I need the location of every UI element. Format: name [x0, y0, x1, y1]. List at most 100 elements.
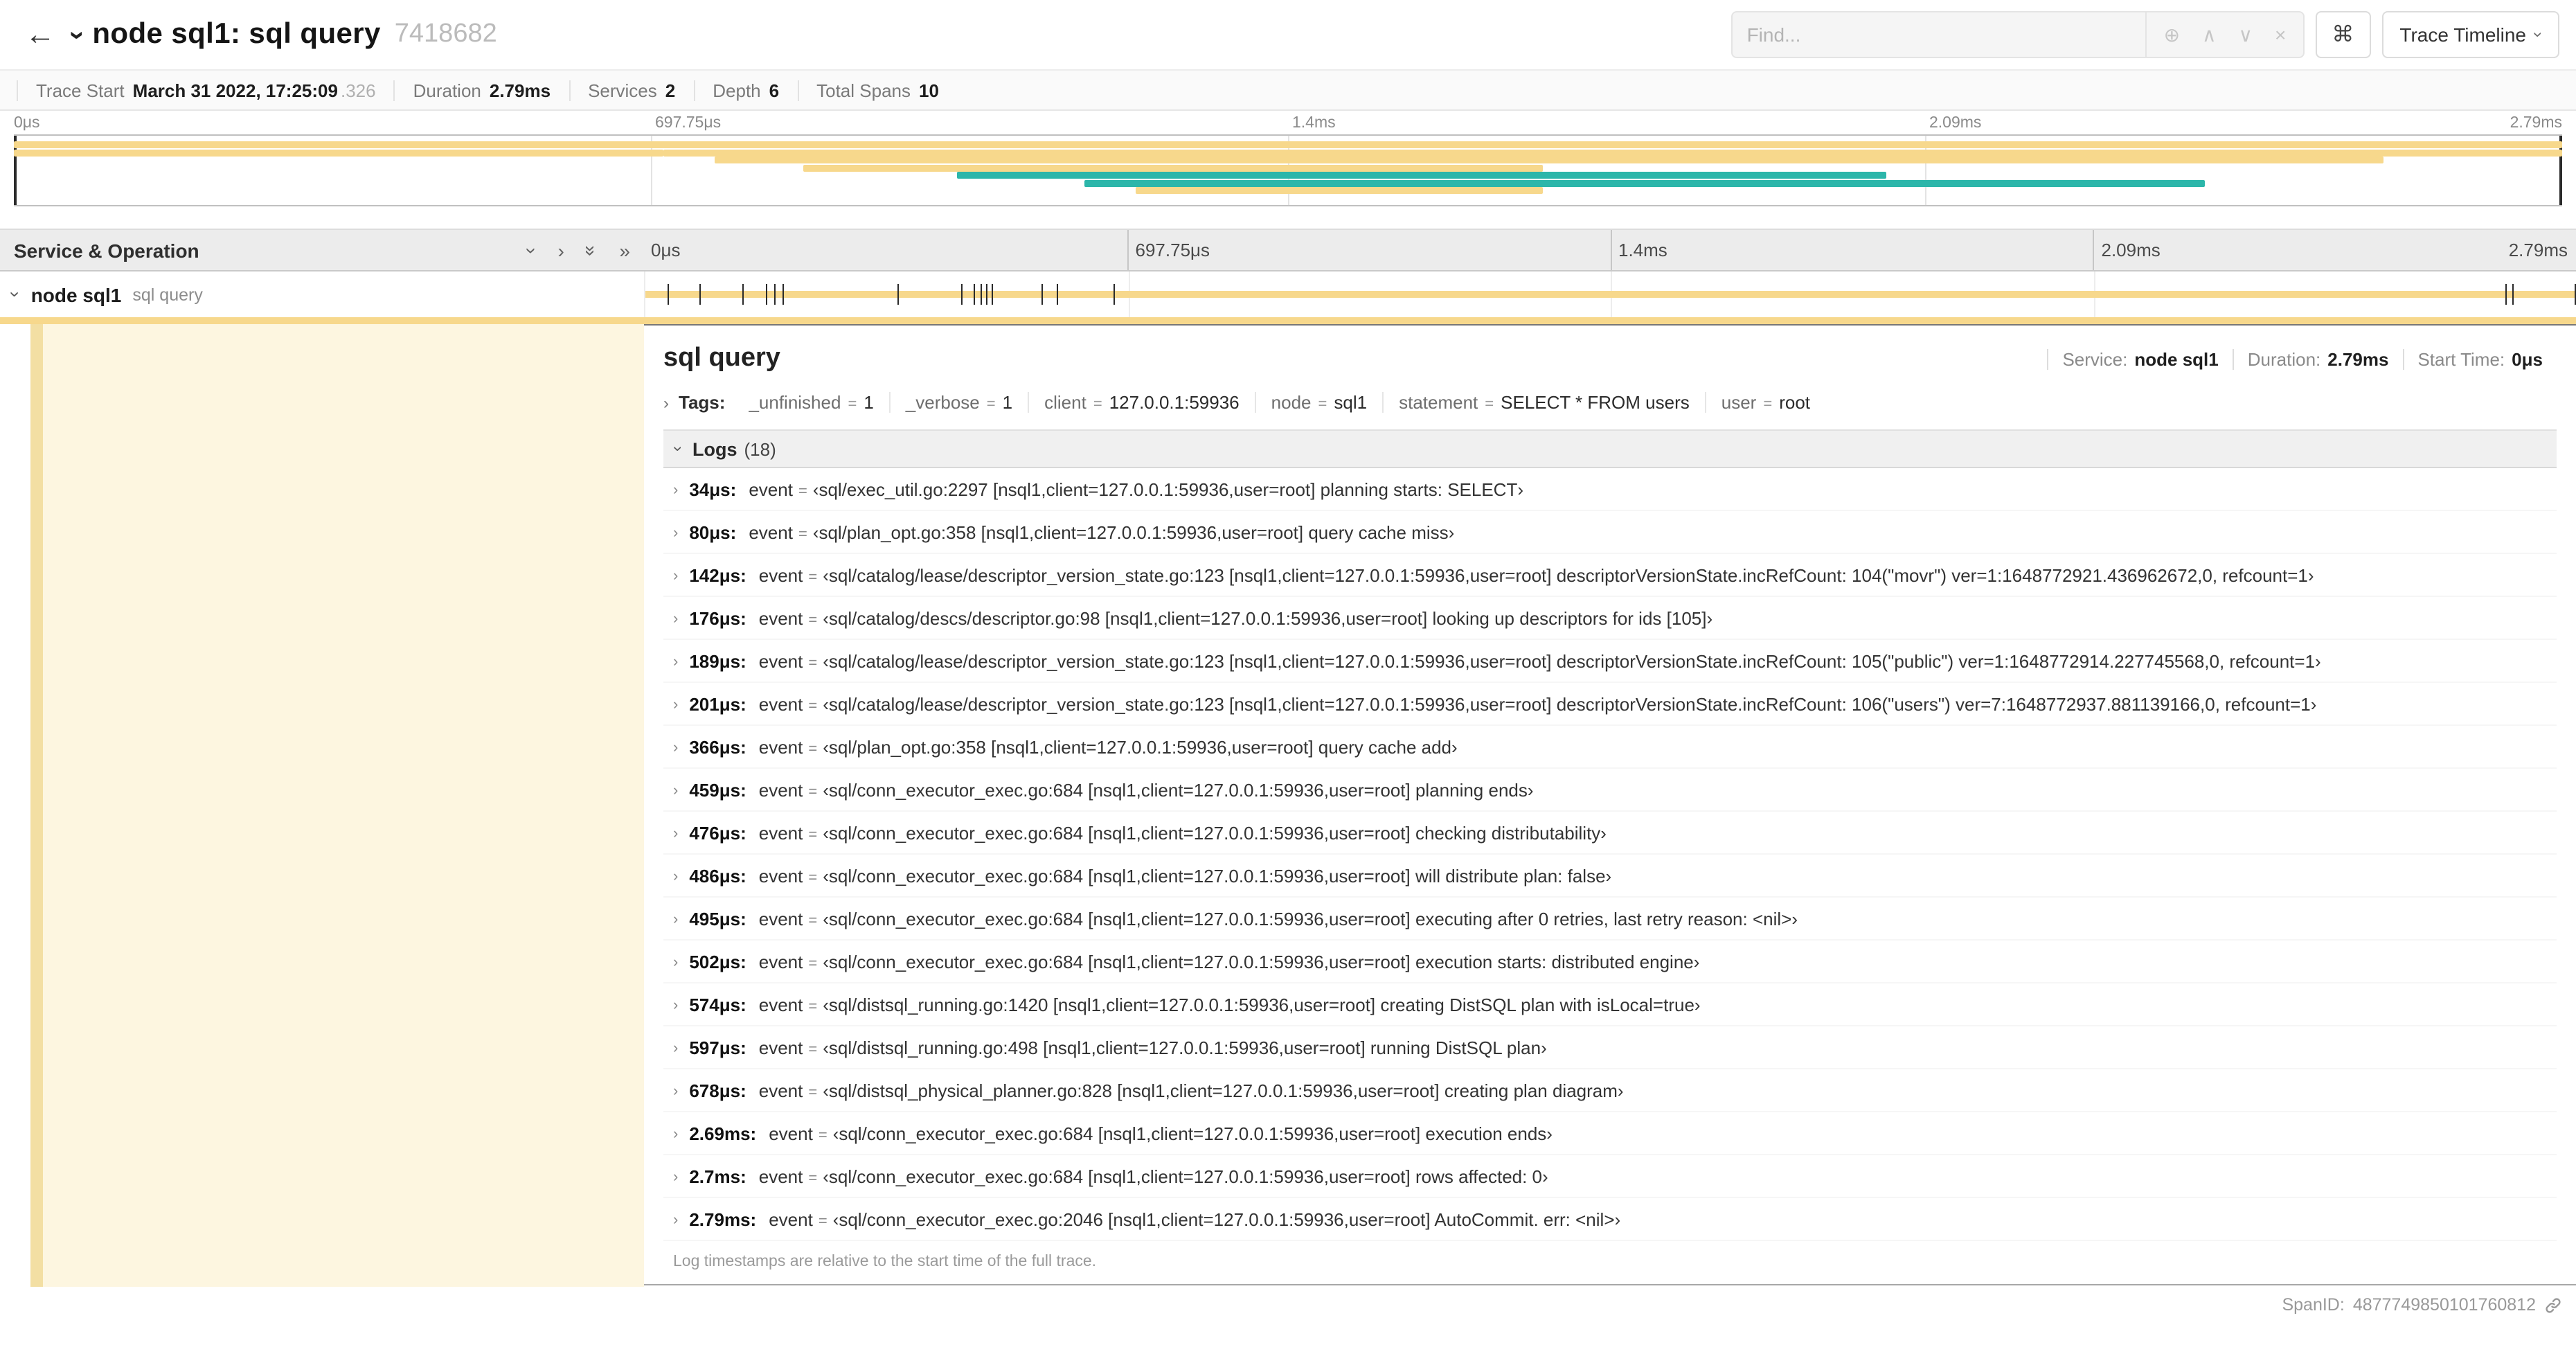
log-expand-chevron-icon[interactable]: › [673, 740, 678, 756]
log-expand-chevron-icon[interactable]: › [673, 612, 678, 627]
log-expand-chevron-icon[interactable]: › [673, 869, 678, 885]
log-expand-chevron-icon[interactable]: › [673, 654, 678, 670]
log-message: event = ‹sql/plan_opt.go:358 [nsql1,client… [749, 522, 1454, 543]
log-expand-chevron-icon[interactable]: › [673, 998, 678, 1014]
log-message: event = ‹sql/conn_executor_exec.go:684 [ns… [759, 780, 1534, 801]
tag-key: node [1271, 392, 1312, 413]
log-expand-chevron-icon[interactable]: › [673, 569, 678, 585]
collapse-trace-chevron-icon[interactable]: › [61, 30, 93, 39]
minimap-span-bar [14, 141, 2562, 148]
log-row[interactable]: › 597μs: event = ‹sql/distsql_running.go:4… [663, 1026, 2557, 1069]
log-row[interactable]: › 2.79ms: event = ‹sql/conn_executor_exec.… [663, 1198, 2557, 1241]
log-expand-chevron-icon[interactable]: › [673, 826, 678, 842]
log-row[interactable]: › 201μs: event = ‹sql/catalog/lease/descri… [663, 683, 2557, 726]
log-event-tick [961, 284, 963, 305]
find-input[interactable] [1731, 11, 2147, 58]
log-expand-chevron-icon[interactable]: › [673, 1170, 678, 1186]
log-row[interactable]: › 2.69ms: event = ‹sql/conn_executor_exec.… [663, 1112, 2557, 1155]
log-row[interactable]: › 366μs: event = ‹sql/plan_opt.go:358 [nsq… [663, 726, 2557, 769]
log-row[interactable]: › 2.7ms: event = ‹sql/conn_executor_exec.g… [663, 1155, 2557, 1198]
log-row[interactable]: › 459μs: event = ‹sql/conn_executor_exec.g… [663, 769, 2557, 812]
log-row[interactable]: › 80μs: event = ‹sql/plan_opt.go:358 [nsql… [663, 511, 2557, 554]
prev-match-icon[interactable]: ∧ [2202, 23, 2217, 46]
minimap-span-bar [803, 164, 1543, 171]
next-match-icon[interactable]: ∨ [2239, 23, 2253, 46]
log-message: event = ‹sql/catalog/lease/descriptor_vers… [759, 651, 2321, 672]
summary-value: 10 [919, 80, 939, 100]
span-row-track [644, 271, 2576, 317]
detail-meta-item: Start Time: 0μs [2402, 349, 2557, 370]
tag-item: client = 127.0.0.1:59936 [1028, 392, 1255, 413]
trace-view-app: ← › node sql1: sql query 7418682 ⊕ ∧ ∨ ×… [0, 0, 2576, 1363]
log-expand-chevron-icon[interactable]: › [673, 1041, 678, 1057]
logs-header[interactable]: › Logs (18) [663, 429, 2557, 468]
log-expand-chevron-icon[interactable]: › [673, 697, 678, 713]
log-expand-chevron-icon[interactable]: › [673, 955, 678, 971]
log-expand-chevron-icon[interactable]: › [673, 1213, 678, 1229]
summary-label: Trace Start [36, 80, 125, 100]
span-detail-card: sql query Service: node sql1 Duration: 2… [644, 324, 2576, 1285]
logs-title: Logs [692, 438, 737, 459]
logs-count: (18) [744, 438, 776, 459]
log-row[interactable]: › 574μs: event = ‹sql/distsql_running.go:1… [663, 983, 2557, 1026]
log-expand-chevron-icon[interactable]: › [673, 526, 678, 542]
zoom-in-icon[interactable]: ⊕ [2164, 23, 2180, 46]
log-event-tick [973, 284, 975, 305]
tags-expand-chevron-icon[interactable]: › [663, 394, 669, 411]
log-row[interactable]: › 495μs: event = ‹sql/conn_executor_exec.g… [663, 898, 2557, 941]
log-event-tick [774, 284, 776, 305]
equals-sign: = [808, 870, 818, 887]
minimap-tick-3: 2.09ms [1929, 115, 1982, 132]
log-row[interactable]: › 476μs: event = ‹sql/conn_executor_exec.g… [663, 812, 2557, 855]
log-row[interactable]: › 34μs: event = ‹sql/exec_util.go:2297 [ns… [663, 468, 2557, 511]
meta-value: node sql1 [2134, 349, 2219, 370]
log-message: event = ‹sql/distsql_running.go:1420 [nsql… [759, 995, 1701, 1015]
expand-one-icon[interactable]: › [557, 240, 564, 260]
log-field-value: ‹sql/catalog/lease/descriptor_version_st… [823, 694, 2317, 715]
equals-sign: = [808, 784, 818, 801]
detail-left-panel [0, 324, 644, 1287]
log-message: event = ‹sql/conn_executor_exec.go:684 [ns… [769, 1123, 1553, 1144]
log-row[interactable]: › 502μs: event = ‹sql/conn_executor_exec.g… [663, 941, 2557, 983]
log-row[interactable]: › 142μs: event = ‹sql/catalog/lease/descri… [663, 554, 2557, 597]
log-expand-chevron-icon[interactable]: › [673, 912, 678, 928]
log-field-value: ‹sql/conn_executor_exec.go:684 [nsql1,cl… [823, 780, 1534, 801]
log-row[interactable]: › 176μs: event = ‹sql/catalog/descs/descri… [663, 597, 2557, 640]
log-row[interactable]: › 189μs: event = ‹sql/catalog/lease/descri… [663, 640, 2557, 683]
log-expand-chevron-icon[interactable]: › [673, 1084, 678, 1100]
log-timestamp: 2.7ms: [689, 1166, 746, 1187]
row-collapse-chevron-icon[interactable]: › [5, 292, 26, 298]
logs-collapse-chevron-icon[interactable]: › [669, 446, 688, 452]
keyboard-shortcuts-button[interactable]: ⌘ [2315, 11, 2371, 58]
summary-label: Duration [413, 80, 481, 100]
summary-value: 2 [665, 80, 676, 100]
tags-row[interactable]: › Tags: _unfinished = 1 _verbose = 1 cli… [663, 392, 2557, 413]
log-timestamp: 476μs: [689, 823, 746, 844]
expand-all-icon[interactable]: » [619, 240, 630, 260]
collapse-one-icon[interactable]: › [521, 247, 544, 253]
tag-item: _unfinished = 1 [733, 392, 888, 413]
collapse-all-icon[interactable]: » [581, 244, 603, 256]
log-field-name: event [758, 995, 803, 1015]
deep-link-icon[interactable] [2544, 1296, 2562, 1314]
spanid-row: SpanID: 4877749850101760812 [644, 1285, 2576, 1315]
back-button[interactable]: ← [17, 17, 64, 53]
equals-sign: = [808, 569, 818, 586]
tag-item: _verbose = 1 [888, 392, 1028, 413]
log-field-value: ‹sql/conn_executor_exec.go:684 [nsql1,cl… [823, 866, 1612, 887]
log-row[interactable]: › 678μs: event = ‹sql/distsql_physical_pla… [663, 1069, 2557, 1112]
log-timestamp: 495μs: [689, 909, 746, 929]
log-expand-chevron-icon[interactable]: › [673, 783, 678, 799]
minimap-canvas[interactable] [14, 134, 2562, 206]
equals-sign: = [808, 827, 818, 844]
log-expand-chevron-icon[interactable]: › [673, 483, 678, 499]
summary-label: Services [588, 80, 657, 100]
tag-item: user = root [1704, 392, 1825, 413]
log-row[interactable]: › 486μs: event = ‹sql/conn_executor_exec.g… [663, 855, 2557, 898]
trace-view-selector[interactable]: Trace Timeline › [2381, 11, 2559, 58]
span-row-header[interactable]: › node sql1 sql query [0, 271, 644, 317]
collapse-controls: › › » » [521, 240, 630, 260]
log-expand-chevron-icon[interactable]: › [673, 1127, 678, 1143]
clear-search-icon[interactable]: × [2275, 24, 2286, 46]
span-duration-bar[interactable] [645, 291, 2576, 298]
